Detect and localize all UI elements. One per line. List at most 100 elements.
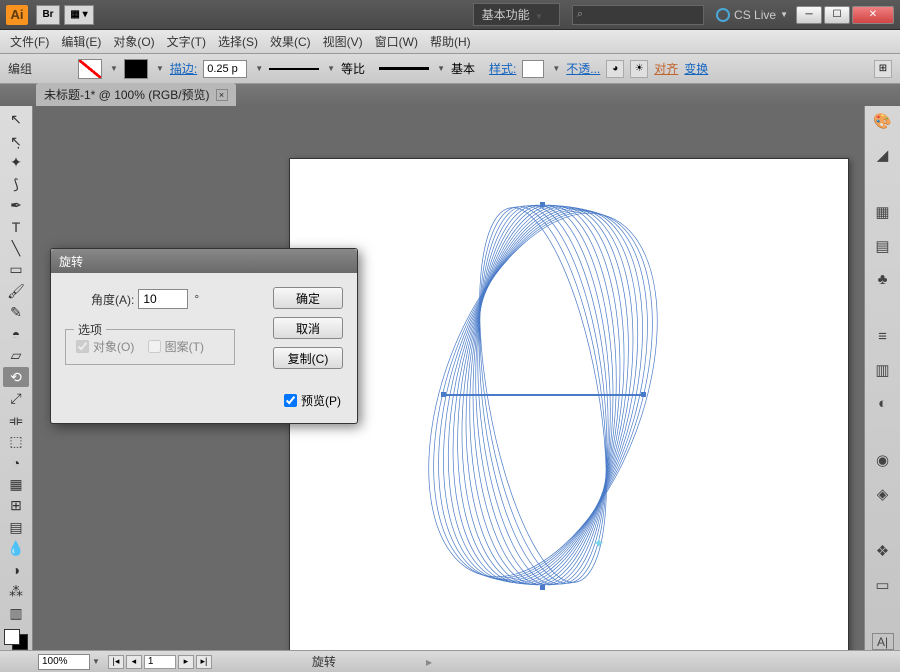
angle-label: 角度(A): bbox=[91, 291, 134, 308]
type-tool[interactable]: T bbox=[3, 217, 29, 236]
menu-type[interactable]: 文字(T) bbox=[167, 33, 206, 50]
minimize-button[interactable]: ─ bbox=[796, 6, 822, 24]
menu-file[interactable]: 文件(F) bbox=[10, 33, 49, 50]
magic-wand-tool[interactable]: ✦ bbox=[3, 153, 29, 172]
cslive-button[interactable]: CS Live▼ bbox=[716, 8, 788, 22]
column-graph-tool[interactable]: ▥ bbox=[3, 603, 29, 622]
layers-panel-icon[interactable]: ❖ bbox=[872, 542, 894, 560]
tools-panel: ↖ ↖̣ ✦ ⟆ ✒ T ╲ ▭ 🖌 ✎ ◓ ▱ ⟲ ⤢ ⟚ ⬚ ◔ ▦ ⊞ ▤… bbox=[0, 106, 33, 650]
symbols-panel-icon[interactable]: ♣ bbox=[872, 271, 894, 288]
menu-select[interactable]: 选择(S) bbox=[218, 33, 258, 50]
brushes-panel-icon[interactable]: ▤ bbox=[872, 237, 894, 255]
maximize-button[interactable]: ☐ bbox=[824, 6, 850, 24]
perspective-tool[interactable]: ▦ bbox=[3, 475, 29, 494]
options-legend: 选项 bbox=[74, 321, 106, 338]
appearance-panel-icon[interactable]: ◉ bbox=[872, 451, 894, 469]
ok-button[interactable]: 确定 bbox=[273, 287, 343, 309]
status-tool-label: 旋转 bbox=[312, 653, 336, 670]
rotate-tool[interactable]: ⟲ bbox=[3, 367, 29, 386]
search-input[interactable] bbox=[587, 6, 687, 24]
arrange-docs-button[interactable]: ▦ ▾ bbox=[64, 5, 94, 25]
mesh-tool[interactable]: ⊞ bbox=[3, 496, 29, 515]
free-transform-tool[interactable]: ⬚ bbox=[3, 432, 29, 451]
rotate-dialog: 旋转 角度(A): ° 选项 对象(O) 图案(T) 确定 取消 复制(C) 预… bbox=[50, 248, 358, 424]
gradient-panel-icon[interactable]: ▥ bbox=[872, 361, 894, 379]
menu-view[interactable]: 视图(V) bbox=[323, 33, 363, 50]
swatches-panel-icon[interactable]: ▦ bbox=[872, 203, 894, 221]
cslive-icon bbox=[716, 8, 730, 22]
close-button[interactable]: ✕ bbox=[852, 6, 894, 24]
bridge-button[interactable]: Br bbox=[36, 5, 60, 25]
effects-icon[interactable]: ☀ bbox=[630, 60, 648, 78]
symbol-sprayer-tool[interactable]: ⁂ bbox=[3, 582, 29, 601]
scale-tool[interactable]: ⤢ bbox=[3, 389, 29, 408]
zoom-select[interactable] bbox=[38, 654, 90, 670]
opacity-link[interactable]: 不透... bbox=[566, 60, 600, 77]
color-panel-icon[interactable]: 🎨 bbox=[872, 112, 894, 130]
fill-stroke-swatches[interactable] bbox=[4, 629, 28, 650]
preview-checkbox[interactable]: 预览(P) bbox=[284, 392, 341, 409]
document-tab-label: 未标题-1* @ 100% (RGB/预览) bbox=[44, 86, 210, 103]
control-menu-icon[interactable]: ⊞ bbox=[874, 60, 892, 78]
right-panels: 🎨 ◢ ▦ ▤ ♣ ≡ ▥ ◐ ◉ ◈ ❖ ▭ A| bbox=[864, 106, 900, 650]
width-tool[interactable]: ⟚ bbox=[3, 410, 29, 429]
next-artboard-button[interactable]: ▸ bbox=[178, 655, 194, 669]
menu-effect[interactable]: 效果(C) bbox=[270, 33, 311, 50]
close-tab-icon[interactable]: × bbox=[216, 89, 228, 101]
rotation-center-icon[interactable]: ✦ bbox=[593, 535, 605, 552]
paintbrush-tool[interactable]: 🖌 bbox=[3, 282, 29, 301]
workspace-selector[interactable]: 基本功能 ▼ bbox=[473, 3, 560, 26]
last-artboard-button[interactable]: ▸| bbox=[196, 655, 212, 669]
brush-definition[interactable] bbox=[379, 67, 429, 70]
eyedropper-tool[interactable]: 💧 bbox=[3, 539, 29, 558]
style-link[interactable]: 样式: bbox=[489, 60, 516, 77]
app-logo-icon: Ai bbox=[6, 5, 28, 25]
blob-brush-tool[interactable]: ◓ bbox=[3, 325, 29, 344]
objects-checkbox: 对象(O) bbox=[76, 338, 134, 355]
fill-swatch[interactable] bbox=[78, 59, 102, 79]
rectangle-tool[interactable]: ▭ bbox=[3, 260, 29, 279]
menu-window[interactable]: 窗口(W) bbox=[375, 33, 418, 50]
stroke-link[interactable]: 描边: bbox=[170, 60, 197, 77]
pencil-tool[interactable]: ✎ bbox=[3, 303, 29, 322]
color-guide-panel-icon[interactable]: ◢ bbox=[872, 146, 894, 164]
recolor-icon[interactable]: ◕ bbox=[606, 60, 624, 78]
style-swatch[interactable] bbox=[522, 60, 544, 78]
angle-input[interactable] bbox=[138, 289, 188, 309]
menu-object[interactable]: 对象(O) bbox=[113, 33, 154, 50]
degree-label: ° bbox=[194, 292, 199, 306]
search-icon: ⌕ bbox=[577, 8, 583, 21]
cancel-button[interactable]: 取消 bbox=[273, 317, 343, 339]
selection-type-label: 编组 bbox=[8, 60, 32, 77]
graphic-styles-panel-icon[interactable]: ◈ bbox=[872, 485, 894, 503]
artboard-number-input[interactable] bbox=[144, 655, 176, 669]
status-bar: ▼ |◂ ◂ ▸ ▸| 旋转 ▸ bbox=[0, 650, 900, 672]
eraser-tool[interactable]: ▱ bbox=[3, 346, 29, 365]
character-panel-icon[interactable]: A| bbox=[872, 633, 894, 650]
pen-tool[interactable]: ✒ bbox=[3, 196, 29, 215]
align-link[interactable]: 对齐 bbox=[654, 60, 678, 77]
document-tab[interactable]: 未标题-1* @ 100% (RGB/预览) × bbox=[36, 83, 236, 106]
prev-artboard-button[interactable]: ◂ bbox=[126, 655, 142, 669]
first-artboard-button[interactable]: |◂ bbox=[108, 655, 124, 669]
selection-tool[interactable]: ↖ bbox=[3, 110, 29, 129]
stroke-swatch[interactable] bbox=[124, 59, 148, 79]
line-tool[interactable]: ╲ bbox=[3, 239, 29, 258]
menu-edit[interactable]: 编辑(E) bbox=[61, 33, 101, 50]
stroke-profile[interactable] bbox=[269, 68, 319, 70]
spiral-artwork[interactable] bbox=[413, 180, 673, 610]
dialog-title[interactable]: 旋转 bbox=[51, 249, 357, 273]
transparency-panel-icon[interactable]: ◐ bbox=[872, 395, 894, 412]
artboards-panel-icon[interactable]: ▭ bbox=[872, 576, 894, 594]
lasso-tool[interactable]: ⟆ bbox=[3, 174, 29, 193]
transform-link[interactable]: 变换 bbox=[684, 60, 708, 77]
direct-selection-tool[interactable]: ↖̣ bbox=[3, 131, 29, 150]
control-bar: 编组 ▼ ▼ 描边: ▼ ▼ 等比 ▼ 基本 样式: ▼ 不透... ◕ ☀ 对… bbox=[0, 54, 900, 84]
stroke-weight-input[interactable] bbox=[203, 60, 247, 78]
copy-button[interactable]: 复制(C) bbox=[273, 347, 343, 369]
blend-tool[interactable]: ◑ bbox=[3, 561, 29, 580]
shape-builder-tool[interactable]: ◔ bbox=[3, 453, 29, 472]
menu-help[interactable]: 帮助(H) bbox=[430, 33, 471, 50]
gradient-tool[interactable]: ▤ bbox=[3, 518, 29, 537]
stroke-panel-icon[interactable]: ≡ bbox=[872, 328, 894, 345]
